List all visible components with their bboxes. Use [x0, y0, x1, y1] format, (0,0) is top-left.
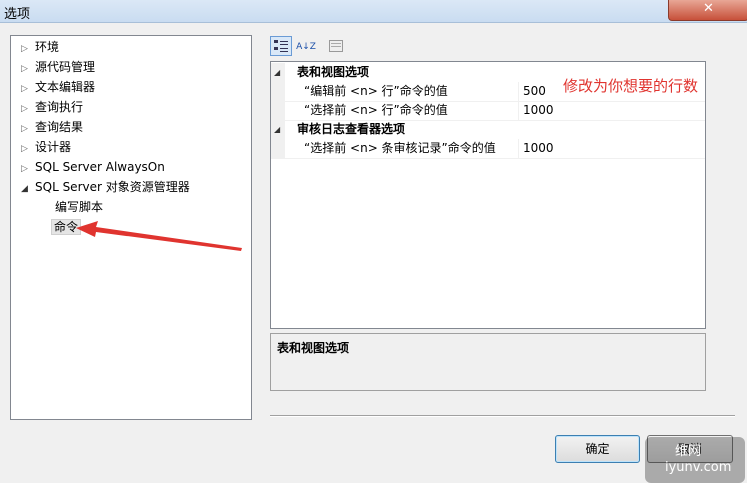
- expand-arrow-icon[interactable]: ▷: [21, 120, 35, 138]
- tree-item-query-execution[interactable]: ▷ 查询执行: [21, 98, 83, 116]
- divider: [270, 415, 735, 417]
- tree-item-label: 文本编辑器: [35, 80, 96, 94]
- annotation-arrow-icon: [76, 221, 242, 251]
- collapse-icon[interactable]: ◢: [274, 120, 280, 139]
- tree-item-label: 源代码管理: [35, 60, 96, 74]
- expand-arrow-icon[interactable]: ▷: [21, 80, 35, 98]
- ok-button[interactable]: 确定: [555, 435, 640, 463]
- categorized-button[interactable]: [270, 36, 292, 56]
- tree-item-environment[interactable]: ▷ 环境: [21, 38, 59, 56]
- tree-item-label: 查询执行: [35, 100, 84, 114]
- category-name: 表和视图选项: [297, 65, 370, 79]
- tree-item-scripting[interactable]: 编写脚本: [55, 198, 103, 216]
- column-divider: [518, 101, 519, 120]
- title-bar: 选项 ✕: [0, 0, 747, 23]
- tree-item-label: 查询结果: [35, 120, 84, 134]
- property-value[interactable]: 1000: [523, 101, 554, 120]
- property-value[interactable]: 500: [523, 82, 546, 101]
- tree-item-label: 设计器: [35, 140, 72, 154]
- property-name: “选择前 <n> 条审核记录”命令的值: [304, 141, 496, 155]
- annotation-text: 修改为你想要的行数: [563, 77, 699, 95]
- expand-arrow-icon[interactable]: ▷: [21, 100, 35, 118]
- tree-item-label: 编写脚本: [55, 200, 104, 214]
- grid-gutter: [271, 82, 285, 101]
- categorized-icon: [274, 40, 288, 52]
- expand-arrow-icon[interactable]: ▷: [21, 140, 35, 158]
- description-pane: 表和视图选项: [270, 333, 706, 391]
- expand-arrow-icon[interactable]: ▷: [21, 40, 35, 58]
- property-row-select-audit[interactable]: “选择前 <n> 条审核记录”命令的值 1000: [271, 139, 705, 159]
- expand-arrow-icon[interactable]: ▷: [21, 160, 35, 178]
- tree-item-designer[interactable]: ▷ 设计器: [21, 138, 71, 156]
- category-audit-log-options[interactable]: ◢ 审核日志查看器选项: [271, 120, 705, 139]
- property-value[interactable]: 1000: [523, 139, 554, 158]
- watermark-url: iyunv.com: [665, 460, 732, 475]
- column-divider: [518, 82, 519, 101]
- collapse-icon[interactable]: ◢: [274, 63, 280, 82]
- tree-item-alwayson[interactable]: ▷ SQL Server AlwaysOn: [21, 158, 165, 176]
- property-name: “编辑前 <n> 行”命令的值: [304, 84, 448, 98]
- expand-arrow-icon[interactable]: ▷: [21, 60, 35, 78]
- grid-gutter: [271, 101, 285, 120]
- alphabetical-button[interactable]: A↓Z: [295, 36, 317, 56]
- grid-gutter: [271, 139, 285, 158]
- watermark-text: 维网: [675, 444, 702, 459]
- property-grid[interactable]: ◢ 表和视图选项 “编辑前 <n> 行”命令的值 500 “选择前 <n> 行”…: [270, 61, 706, 329]
- collapse-arrow-icon[interactable]: ◢: [21, 180, 35, 198]
- tree-item-label: SQL Server AlwaysOn: [35, 160, 165, 174]
- category-name: 审核日志查看器选项: [297, 122, 406, 136]
- tree-item-source-control[interactable]: ▷ 源代码管理: [21, 58, 95, 76]
- property-name: “选择前 <n> 行”命令的值: [304, 103, 448, 117]
- sort-alpha-icon: A↓Z: [296, 42, 316, 52]
- property-row-select-top[interactable]: “选择前 <n> 行”命令的值 1000: [271, 101, 705, 121]
- tree-item-label: SQL Server 对象资源管理器: [35, 180, 190, 194]
- tree-item-object-explorer[interactable]: ◢ SQL Server 对象资源管理器: [21, 178, 190, 196]
- tree-item-label: 环境: [35, 40, 60, 54]
- property-pages-icon: [329, 40, 343, 52]
- description-title: 表和视图选项: [277, 341, 350, 355]
- column-divider: [518, 139, 519, 158]
- watermark-logo: 维网 iyunv.com: [645, 437, 745, 483]
- tree-item-text-editor[interactable]: ▷ 文本编辑器: [21, 78, 95, 96]
- close-button[interactable]: ✕: [668, 0, 747, 21]
- tree-item-query-results[interactable]: ▷ 查询结果: [21, 118, 83, 136]
- window-title: 选项: [4, 7, 31, 22]
- property-pages-button[interactable]: [325, 36, 347, 56]
